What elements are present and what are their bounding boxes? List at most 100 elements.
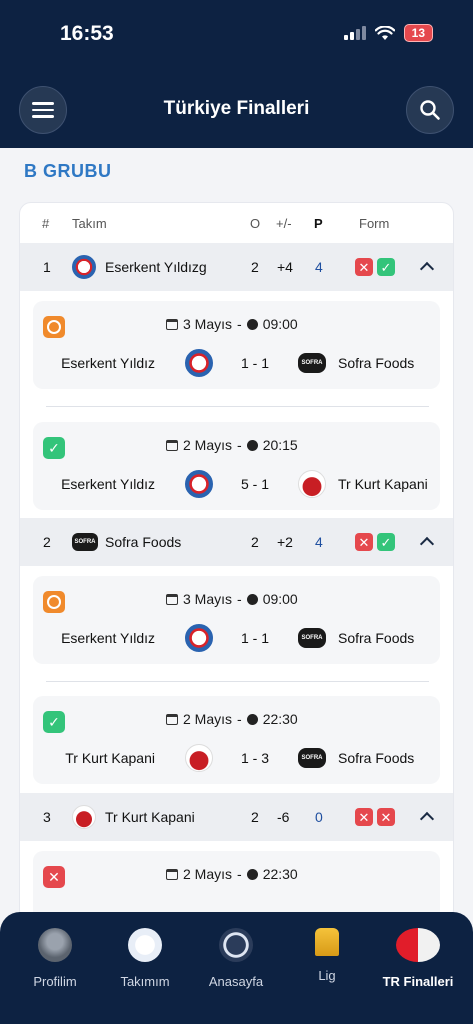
team-goal-diff: +4 — [277, 259, 293, 275]
divider — [46, 681, 429, 682]
form-loss-icon: ✕ — [355, 258, 373, 276]
team-points: 0 — [315, 809, 323, 825]
bottom-tab-bar: Profilim Takımım Anasayfa Lig TR Finalle… — [0, 912, 473, 1024]
team-played: 2 — [251, 534, 259, 550]
match-time: 09:00 — [262, 316, 298, 332]
tab-label: TR Finalleri — [382, 974, 454, 989]
app-header: 16:53 13 Türkiye Finalleri — [0, 0, 473, 148]
home-team: Tr Kurt Kapani — [65, 750, 155, 766]
collapse-chevron-icon[interactable] — [419, 811, 435, 827]
team-rank: 2 — [43, 534, 51, 550]
calendar-icon — [166, 318, 178, 330]
team-form: ✕ ✓ — [355, 258, 395, 276]
calendar-icon — [166, 439, 178, 451]
finished-check-icon: ✓ — [43, 711, 65, 733]
team-rank: 3 — [43, 809, 51, 825]
team-played: 2 — [251, 809, 259, 825]
team-points: 4 — [315, 534, 323, 550]
away-team-logo: SOFRA — [298, 628, 326, 648]
wifi-icon — [374, 25, 395, 40]
team-name: Eserkent Yıldızg — [105, 259, 207, 275]
match-date: 3 Mayıs — [183, 591, 233, 607]
away-team: Sofra Foods — [338, 750, 415, 766]
away-team-logo: SOFRA — [298, 353, 326, 373]
home-team-logo — [185, 744, 213, 772]
match-card[interactable]: ✓ 2 Mayıs - 22:30 Tr Kurt Kapani 1 - 3 S… — [33, 696, 440, 784]
away-team: Tr Kurt Kapani — [338, 476, 428, 492]
status-time: 16:53 — [60, 22, 114, 45]
live-status-icon — [43, 591, 65, 613]
team-name: Sofra Foods — [105, 534, 182, 550]
group-title: B GRUBU — [24, 161, 112, 181]
trophy-icon — [315, 928, 339, 956]
collapse-chevron-icon[interactable] — [419, 261, 435, 277]
match-meta: 2 Mayıs - 20:15 — [166, 437, 298, 453]
team-badge-icon — [128, 928, 162, 962]
meta-separator: - — [237, 866, 242, 882]
tab-label: Takımım — [120, 974, 170, 989]
match-card[interactable]: 3 Mayıs - 09:00 Eserkent Yıldız 1 - 1 SO… — [33, 301, 440, 389]
team-logo: SOFRA — [72, 533, 98, 551]
team-row[interactable]: 2 SOFRA Sofra Foods 2 +2 4 ✕ ✓ — [20, 518, 453, 566]
tab-lig[interactable]: Lig — [280, 928, 374, 983]
team-points: 4 — [315, 259, 323, 275]
col-team: Takım — [72, 216, 107, 231]
home-team-logo — [185, 624, 213, 652]
team-logo — [72, 255, 96, 279]
tab-takimim[interactable]: Takımım — [98, 928, 192, 989]
team-rank: 1 — [43, 259, 51, 275]
page-title: Türkiye Finalleri — [163, 98, 310, 119]
col-rank: # — [42, 216, 50, 231]
league-logo-icon — [219, 928, 253, 962]
search-button[interactable] — [406, 86, 454, 134]
team-row[interactable]: 3 Tr Kurt Kapani 2 -6 0 ✕ ✕ — [20, 793, 453, 841]
tab-label: Profilim — [33, 974, 77, 989]
home-team: Eserkent Yıldız — [61, 355, 155, 371]
turkey-football-icon — [396, 928, 440, 962]
tab-anasayfa[interactable]: Anasayfa — [189, 928, 283, 989]
away-team: Sofra Foods — [338, 355, 415, 371]
team-form: ✕ ✕ — [355, 808, 395, 826]
lost-status-icon: ✕ — [43, 866, 65, 888]
team-goal-diff: -6 — [277, 809, 290, 825]
match-date: 2 Mayıs — [183, 866, 233, 882]
home-team: Eserkent Yıldız — [61, 476, 155, 492]
col-played: O — [250, 216, 261, 231]
home-team: Eserkent Yıldız — [61, 630, 155, 646]
form-win-icon: ✓ — [377, 258, 395, 276]
match-score: 1 - 1 — [240, 355, 269, 371]
clock-icon — [246, 439, 258, 451]
match-time: 22:30 — [262, 866, 298, 882]
match-score: 1 - 1 — [240, 630, 269, 646]
match-meta: 2 Mayıs - 22:30 — [166, 866, 298, 882]
form-loss-icon: ✕ — [355, 533, 373, 551]
tab-label: Anasayfa — [208, 974, 264, 989]
match-date: 2 Mayıs — [183, 711, 233, 727]
home-team-logo — [185, 470, 213, 498]
form-loss-icon: ✕ — [377, 808, 395, 826]
standings-table: # Takım O +/- P Form 1 Eserkent Yıldızg … — [19, 202, 454, 922]
team-played: 2 — [251, 259, 259, 275]
cellular-signal-icon — [343, 26, 366, 40]
finished-check-icon: ✓ — [43, 437, 65, 459]
tab-tr-finalleri[interactable]: TR Finalleri — [371, 928, 465, 989]
tab-profilim[interactable]: Profilim — [8, 928, 102, 989]
team-logo — [72, 805, 96, 829]
team-row[interactable]: 1 Eserkent Yıldızg 2 +4 4 ✕ ✓ — [20, 243, 453, 291]
form-loss-icon: ✕ — [355, 808, 373, 826]
calendar-icon — [166, 593, 178, 605]
match-card[interactable]: 3 Mayıs - 09:00 Eserkent Yıldız 1 - 1 SO… — [33, 576, 440, 664]
match-meta: 3 Mayıs - 09:00 — [166, 316, 298, 332]
meta-separator: - — [237, 437, 242, 453]
away-team-logo — [298, 470, 326, 498]
match-card[interactable]: ✓ 2 Mayıs - 20:15 Eserkent Yıldız 5 - 1 … — [33, 422, 440, 510]
team-name: Tr Kurt Kapani — [105, 809, 195, 825]
match-score: 5 - 1 — [240, 476, 269, 492]
status-indicators: 13 — [343, 24, 433, 42]
match-time: 09:00 — [262, 591, 298, 607]
meta-separator: - — [237, 711, 242, 727]
collapse-chevron-icon[interactable] — [419, 536, 435, 552]
col-points: P — [314, 216, 323, 231]
meta-separator: - — [237, 316, 242, 332]
match-date: 2 Mayıs — [183, 437, 233, 453]
